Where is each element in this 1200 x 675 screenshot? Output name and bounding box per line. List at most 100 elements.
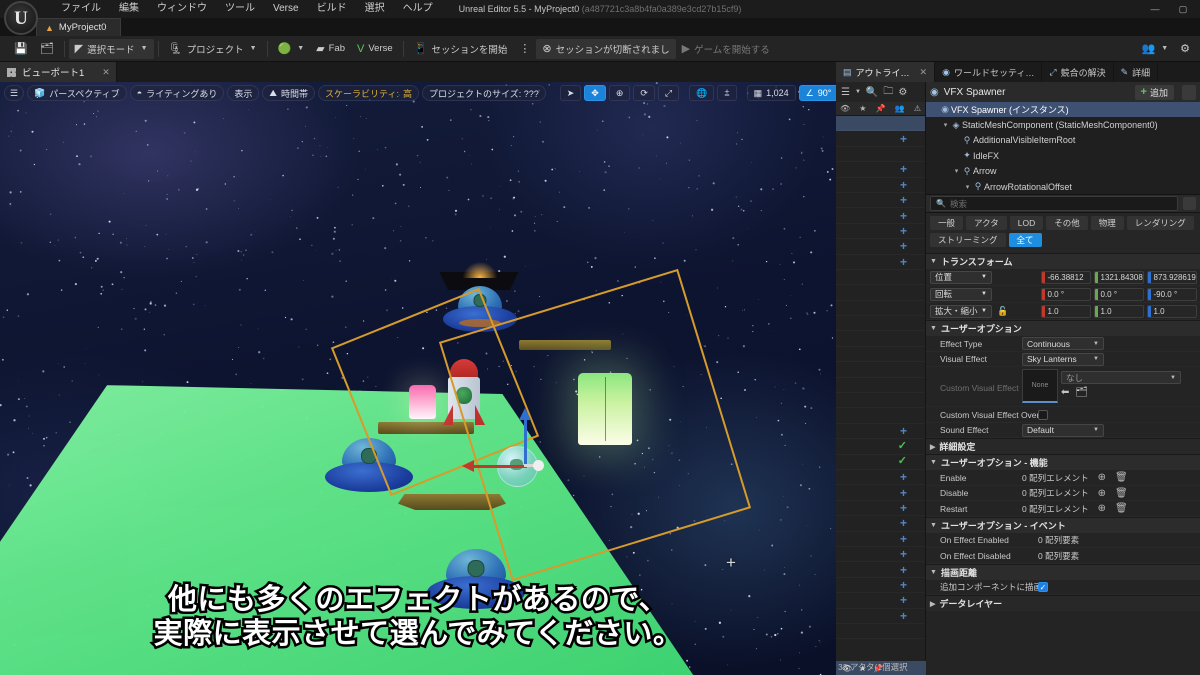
add-component-button[interactable]: + 追加 [1134,84,1174,100]
section-data-layer[interactable]: ▶ データレイヤー [926,595,1200,612]
outliner-row[interactable]: + [836,193,925,208]
outliner-row[interactable]: + [836,547,925,562]
filter-chip[interactable]: 一般 [930,216,964,231]
check-icon[interactable]: ✓ [898,456,907,467]
filter-chip[interactable]: レンダリング [1126,216,1194,231]
add-icon[interactable]: + [900,487,907,499]
filter-chip[interactable]: 全て [1008,233,1042,248]
actors-icon[interactable]: 👥 [895,104,905,113]
new-folder-icon[interactable]: 🗀 [883,84,893,101]
show-button[interactable]: 表示 [227,85,260,101]
project-tab[interactable]: ▲ MyProject0 [36,18,122,36]
panel-tab-2[interactable]: ⤢ 競合の解決 [1042,62,1114,82]
outliner-row[interactable]: + [836,208,925,223]
tab-viewport1[interactable]: ビューポート1 ✕ [0,62,117,82]
outliner-row[interactable]: + [836,255,925,270]
browse-content-button[interactable]: 🗂 [34,39,60,59]
outliner-row[interactable]: + [836,532,925,547]
menu-item-5[interactable]: ビルド [308,0,356,18]
minimize-button[interactable]: — [1148,4,1162,14]
collaboration-button[interactable]: 👥 ▼ [1135,39,1174,59]
scale-tool-button[interactable]: ⟳ [633,85,655,101]
component-tree-row[interactable]: ◉ VFX Spawner (インスタンス) [926,102,1200,118]
transform-z-input[interactable]: 1.0 [1147,304,1197,318]
add-icon[interactable]: + [900,240,907,252]
close-icon[interactable]: ✕ [102,67,110,78]
menu-item-2[interactable]: ウィンドウ [148,0,216,18]
filter-chip[interactable]: ストリーミング [930,233,1006,248]
viewport-3d[interactable]: + ☰ 🧊 パースペクティブ ◓ ライティングあり 表示 ⛰ 時間帯 スケーラビ… [0,82,836,675]
pin-icon[interactable]: 📌 [876,104,886,113]
add-icon[interactable]: + [900,163,907,175]
trash-icon[interactable]: 🗑 [1115,472,1128,483]
outliner-row[interactable]: + [836,609,925,624]
add-icon[interactable]: + [900,579,907,591]
outliner-row[interactable] [836,285,925,300]
outliner-row[interactable] [836,270,925,285]
transform-y-input[interactable]: 1321.84308 [1094,270,1144,284]
outliner-row[interactable] [836,408,925,423]
search-input[interactable]: 🔍 検索 [930,196,1178,212]
chevron-down-icon[interactable]: ▼ [855,89,861,95]
section-transform[interactable]: ▼ トランスフォーム [926,253,1200,270]
outliner-row[interactable] [836,347,925,362]
panel-tab-0[interactable]: ▤ アウトライ… ✕ [836,62,936,82]
eye-icon[interactable]: 👁 [840,104,850,113]
add-icon[interactable]: + [900,194,907,206]
select-mode-button[interactable]: ◤ 選択モード ▼ [68,38,154,59]
back-arrow-icon[interactable]: ⬅ [1061,387,1069,398]
save-button[interactable]: 💾 [8,39,34,59]
add-icon[interactable]: + [900,210,907,222]
outliner-row[interactable] [836,116,925,132]
panel-tab-1[interactable]: ◉ ワールドセッティ… [935,62,1043,82]
viewport-menu-button[interactable]: ☰ [4,85,25,101]
warning-icon[interactable]: ⚠ [914,104,921,113]
add-element-icon[interactable]: ⊕ [1098,488,1106,499]
add-icon[interactable]: + [900,225,907,237]
menu-item-7[interactable]: ヘルプ [394,0,442,18]
outliner-row[interactable]: + [836,516,925,531]
outliner-row[interactable]: + [836,485,925,500]
verse-button[interactable]: V Verse [351,39,399,59]
lighting-button[interactable]: ◓ ライティングあり [129,85,225,101]
menu-item-0[interactable]: ファイル [52,0,110,18]
start-game-button[interactable]: ▶ ゲームを開始する [676,39,776,59]
outliner-row[interactable]: + [836,162,925,177]
component-tree-row[interactable]: ▾ ⚲ ArrowRotationalOffset [926,179,1200,194]
session-options-button[interactable]: ⋮ [513,39,536,59]
add-icon[interactable]: + [900,179,907,191]
add-content-button[interactable]: 🟢 ▼ [272,39,311,59]
search-icon[interactable]: 🔍 [866,87,878,98]
filter-chip[interactable]: その他 [1046,216,1088,231]
column-settings-icon[interactable] [1183,197,1196,211]
twisty-icon[interactable]: ▾ [952,167,961,175]
move-tool-button[interactable]: ✥ [584,85,606,101]
filter-chip[interactable]: 物理 [1090,216,1124,231]
twisty-icon[interactable]: ▾ [963,183,972,191]
project-size-button[interactable]: プロジェクトのサイズ: ??? [421,85,546,101]
outliner-row[interactable] [836,362,925,377]
transform-x-input[interactable]: -66.38812 [1041,270,1091,284]
section-user-options-function[interactable]: ▼ ユーザーオプション - 機能 [926,454,1200,471]
transform-x-input[interactable]: 0.0 ° [1041,287,1091,301]
outliner-row[interactable]: + [836,239,925,254]
outliner-row[interactable] [836,147,925,162]
add-icon[interactable]: + [900,256,907,268]
transform-y-input[interactable]: 0.0 ° [1094,287,1144,301]
check-icon[interactable]: ✓ [898,440,907,452]
add-element-icon[interactable]: ⊕ [1098,472,1106,483]
outliner-row[interactable] [836,331,925,346]
time-of-day-button[interactable]: ⛰ 時間帯 [262,85,315,101]
fab-button[interactable]: ▰ Fab [310,39,351,59]
outliner-row-list[interactable]: + + + + + + + + + ✓ ✓ + + + + + + + + + + [836,116,925,639]
component-tree-row[interactable]: ⚲ AdditionalVisibleItemRoot [926,133,1200,148]
surface-snap-button[interactable]: ⩲ [717,85,737,101]
select-tool-button[interactable]: ➤ [559,85,582,101]
menu-item-4[interactable]: Verse [264,0,308,18]
outliner-row[interactable]: + [836,578,925,593]
draw-distance-checkbox[interactable]: ✓ [1038,582,1048,593]
transform-z-input[interactable]: 873.928619 [1147,270,1197,284]
lock-ratio-icon[interactable]: 🔓 [997,306,1008,317]
section-user-options[interactable]: ▼ ユーザーオプション [926,320,1200,337]
unreal-logo-icon[interactable]: U [4,1,38,35]
